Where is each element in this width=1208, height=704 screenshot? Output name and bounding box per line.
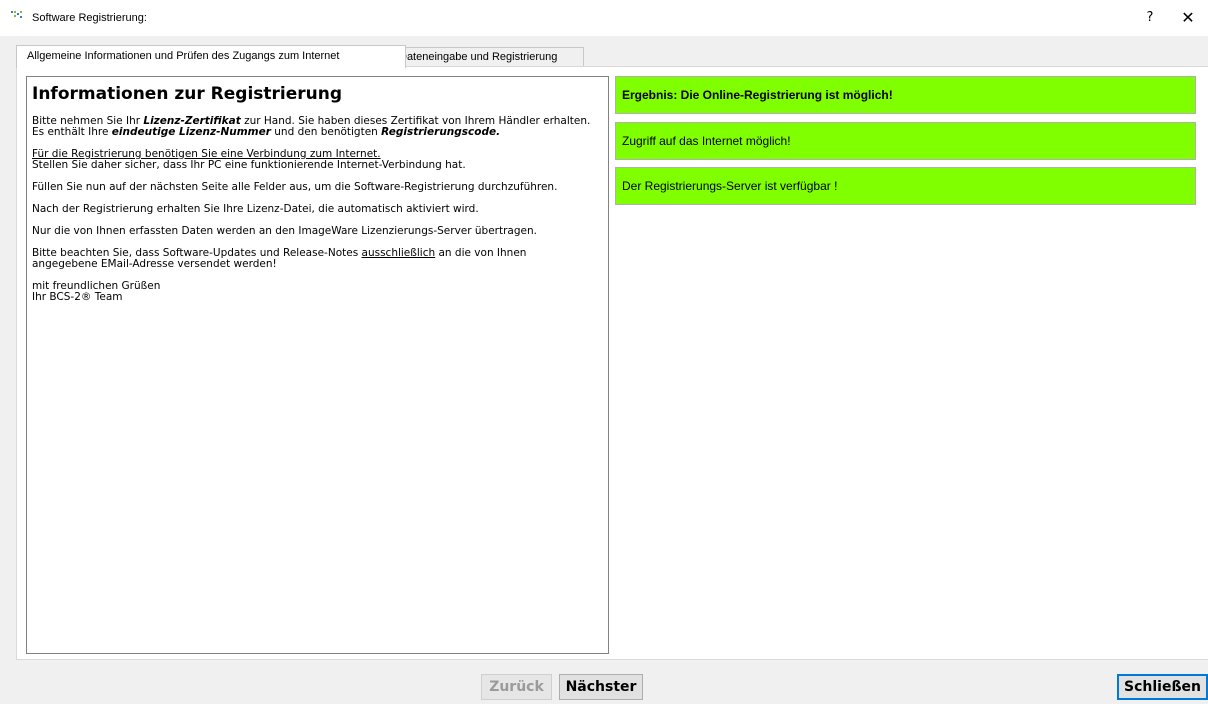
tab-general-info[interactable]: Allgemeine Informationen und Prüfen des … [16, 45, 406, 68]
text: angegebene EMail-Adresse versendet werde… [32, 258, 277, 270]
underlined-text: ausschließlich [361, 247, 436, 259]
info-paragraph-fill: Füllen Sie nun auf der nächsten Seite al… [32, 181, 558, 193]
status-result: Ergebnis: Die Online-Registrierung ist m… [615, 76, 1196, 114]
info-paragraph-greeting: mit freundlichen Grüßen Ihr BCS-2® Team [32, 281, 603, 303]
text: Es enthält Ihre [32, 126, 112, 138]
info-paragraph-certificate: Bitte nehmen Sie Ihr Lizenz-Zertifikat z… [32, 116, 603, 138]
close-button[interactable]: Schließen [1117, 674, 1208, 700]
info-paragraph-updates: Bitte beachten Sie, dass Software-Update… [32, 248, 603, 270]
status-server: Der Registrierungs-Server ist verfügbar … [615, 167, 1196, 205]
help-button[interactable]: ? [1140, 8, 1160, 28]
window-title: Software Registrierung: [32, 12, 147, 24]
text: Ihr BCS-2® Team [32, 291, 123, 303]
status-internet: Zugriff auf das Internet möglich! [615, 122, 1196, 160]
text: und den benötigten [270, 126, 382, 138]
info-text-box: Informationen zur Registrierung Bitte ne… [26, 76, 609, 654]
close-window-icon[interactable]: ✕ [1178, 8, 1198, 28]
info-paragraph-internet: Für die Registrierung benötigen Sie eine… [32, 149, 603, 171]
next-button[interactable]: Nächster [559, 674, 643, 700]
app-icon [11, 11, 22, 18]
info-paragraph-data: Nur die von Ihnen erfassten Daten werden… [32, 225, 537, 237]
title-bar: Software Registrierung: ? ✕ [0, 0, 1208, 36]
tab-data-entry[interactable]: Dateneingabe und Registrierung [388, 47, 584, 67]
text: an die von Ihnen [435, 247, 527, 259]
emphasis: eindeutige Lizenz-Nummer [111, 126, 271, 138]
info-paragraph-license: Nach der Registrierung erhalten Sie Ihre… [32, 203, 479, 215]
text: Stellen Sie daher sicher, dass Ihr PC ei… [32, 159, 466, 171]
emphasis: Registrierungscode. [381, 126, 501, 138]
info-heading: Informationen zur Registrierung [32, 84, 343, 104]
back-button[interactable]: Zurück [481, 674, 552, 700]
